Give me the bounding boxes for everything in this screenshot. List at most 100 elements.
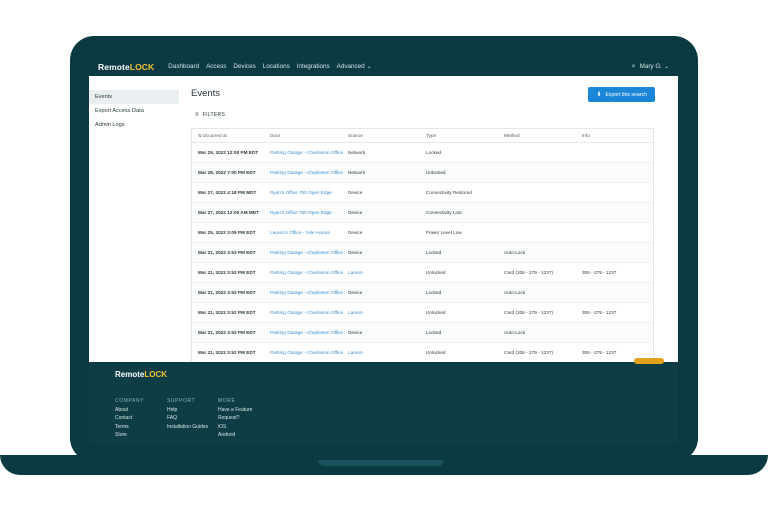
cell-type: Connectivity Lost bbox=[426, 210, 462, 215]
search-icon[interactable]: ⌕ bbox=[632, 63, 636, 71]
footer-link[interactable]: Help bbox=[167, 407, 208, 413]
nav-link-advanced[interactable]: Advanced ⌄ bbox=[337, 63, 372, 70]
cell-type: Unlocked bbox=[426, 350, 446, 355]
nav-link-integrations[interactable]: Integrations bbox=[297, 63, 330, 70]
laptop-mockup: RemoteLOCK Dashboard Access Devices Loca… bbox=[0, 0, 768, 512]
cell-source[interactable]: Lauren bbox=[348, 270, 426, 275]
footer-column-heading: MORE bbox=[218, 398, 236, 404]
cell-door[interactable]: Ryan's Office 750 Open Edge bbox=[270, 209, 348, 216]
cell-type: Connectivity Restored bbox=[426, 190, 472, 195]
cell-door[interactable]: Parking Garage - Charleston Office bbox=[270, 289, 348, 296]
table-row[interactable]: Mar 21, 2022 3:53 PM EDT Parking Garage -… bbox=[192, 243, 653, 263]
cell-method: Auto-Lock bbox=[504, 250, 526, 255]
filters-label: FILTERS bbox=[202, 112, 226, 118]
footer-logo-accent: LOCK bbox=[144, 370, 168, 379]
filters-toggle[interactable]: ≡ FILTERS bbox=[195, 112, 225, 118]
cell-door[interactable]: Parking Garage - Charleston Office bbox=[270, 249, 348, 256]
cell-door[interactable]: Ryan's Office 750 Open Edge bbox=[270, 189, 348, 196]
table-row[interactable]: Mar 27, 2022 12:05 AM MDT Ryan's Office 7… bbox=[192, 203, 653, 223]
column-header-label: Occurred at bbox=[202, 133, 227, 138]
cell-door[interactable]: Parking Garage - Charleston Office bbox=[270, 349, 348, 356]
cell-occurred-at: Mar 28, 2022 7:00 PM EDT bbox=[198, 170, 256, 175]
cell-type: Locked bbox=[426, 330, 442, 335]
footer-column-support: SUPPORT Help FAQ Installation Guides bbox=[167, 398, 208, 432]
table-row[interactable]: Mar 21, 2022 3:52 PM EDT Parking Garage -… bbox=[192, 303, 653, 323]
cell-occurred-at: Mar 25, 2022 3:05 PM EDT bbox=[198, 230, 256, 235]
export-button[interactable]: ⬇ Export this search bbox=[588, 87, 655, 102]
cell-door[interactable]: Parking Garage - Charleston Office bbox=[270, 329, 348, 336]
footer-link[interactable]: About bbox=[115, 407, 144, 413]
cell-occurred-at: Mar 21, 2022 3:53 PM EDT bbox=[198, 270, 256, 275]
nav-link-devices[interactable]: Devices bbox=[233, 63, 255, 70]
nav-link-advanced-label: Advanced bbox=[336, 63, 365, 70]
cell-type: Power Level Low bbox=[426, 230, 462, 235]
footer-link[interactable]: Contact bbox=[115, 415, 144, 421]
cell-door[interactable]: Parking Garage - Charleston Office bbox=[270, 309, 348, 316]
app-logo[interactable]: RemoteLOCK bbox=[98, 62, 154, 72]
sidebar-item-admin-logs[interactable]: Admin Logs bbox=[89, 118, 179, 132]
table-row[interactable]: Mar 21, 2022 3:52 PM EDT Parking Garage -… bbox=[192, 323, 653, 343]
cell-occurred-at: Mar 21, 2022 3:52 PM EDT bbox=[198, 310, 256, 315]
cell-method: Card (306 - 279 - 1237) bbox=[504, 270, 553, 275]
cell-door[interactable]: Parking Garage - Charleston Office bbox=[270, 149, 348, 156]
footer-link[interactable]: Request? bbox=[218, 415, 252, 421]
cell-source: Network bbox=[348, 170, 366, 175]
table-header: ⇅Occurred at Door Source Type Method Inf… bbox=[192, 129, 653, 143]
cell-door[interactable]: Lauren's Office - Yale Assure bbox=[270, 229, 348, 236]
footer-link[interactable]: FAQ bbox=[167, 415, 208, 421]
table-row[interactable]: Mar 21, 2022 3:52 PM EDT Parking Garage -… bbox=[192, 343, 653, 363]
table-row[interactable]: Mar 29, 2022 12:00 PM EDT Parking Garage … bbox=[192, 143, 653, 163]
sidebar-item-events[interactable]: Events bbox=[89, 90, 179, 104]
cell-occurred-at: Mar 21, 2022 3:52 PM EDT bbox=[198, 290, 256, 295]
footer-column-heading: SUPPORT bbox=[167, 398, 196, 404]
cell-type: Unlocked bbox=[426, 170, 446, 175]
page-title: Events bbox=[191, 88, 221, 99]
table-row[interactable]: Mar 27, 2022 4:18 PM MDT Ryan's Office 75… bbox=[192, 183, 653, 203]
download-icon: ⬇ bbox=[596, 92, 602, 98]
cell-source: Device bbox=[348, 210, 363, 215]
user-name: Mary G. bbox=[639, 63, 662, 70]
user-menu[interactable]: ⌕ Mary G. ⌄ bbox=[632, 63, 669, 71]
chat-widget-tab[interactable] bbox=[634, 358, 664, 364]
cell-occurred-at: Mar 21, 2022 3:53 PM EDT bbox=[198, 250, 256, 255]
chevron-down-icon: ⌄ bbox=[366, 64, 372, 70]
logo-accent: LOCK bbox=[129, 61, 155, 72]
cell-type: Unlocked bbox=[426, 270, 446, 275]
laptop-notch bbox=[318, 460, 444, 466]
footer-link[interactable]: Android bbox=[218, 432, 252, 438]
export-button-label: Export this search bbox=[605, 91, 647, 98]
sidebar-item-export-access-data[interactable]: Export Access Data bbox=[89, 104, 179, 118]
chevron-down-icon: ⌄ bbox=[663, 64, 669, 70]
column-header-info: Info bbox=[582, 133, 590, 138]
column-header-door: Door bbox=[270, 133, 281, 138]
cell-type: Locked bbox=[426, 150, 442, 155]
cell-source: Device bbox=[348, 330, 363, 335]
logo-text: Remote bbox=[98, 61, 130, 72]
nav-link-locations[interactable]: Locations bbox=[263, 63, 290, 70]
table-row[interactable]: Mar 25, 2022 3:05 PM EDT Lauren's Office … bbox=[192, 223, 653, 243]
cell-source[interactable]: Lauren bbox=[348, 310, 426, 315]
footer-link[interactable]: iOS bbox=[218, 424, 252, 430]
footer-link[interactable]: Store bbox=[115, 432, 144, 438]
table-row[interactable]: Mar 28, 2022 7:00 PM EDT Parking Garage -… bbox=[192, 163, 653, 183]
cell-door[interactable]: Parking Garage - Charleston Office bbox=[270, 269, 348, 276]
footer-column-heading: COMPANY bbox=[115, 398, 145, 404]
table-row[interactable]: Mar 21, 2022 3:53 PM EDT Parking Garage -… bbox=[192, 263, 653, 283]
cell-type: Unlocked bbox=[426, 310, 446, 315]
filter-icon: ≡ bbox=[195, 112, 199, 118]
column-header-occurred-at[interactable]: ⇅Occurred at bbox=[192, 133, 270, 138]
cell-door[interactable]: Parking Garage - Charleston Office bbox=[270, 169, 348, 176]
table-row[interactable]: Mar 21, 2022 3:52 PM EDT Parking Garage -… bbox=[192, 283, 653, 303]
cell-source: Device bbox=[348, 290, 363, 295]
footer-link[interactable]: Installation Guides bbox=[167, 424, 208, 430]
nav-link-dashboard[interactable]: Dashboard bbox=[168, 63, 199, 70]
nav-link-access[interactable]: Access bbox=[206, 63, 226, 70]
cell-occurred-at: Mar 21, 2022 3:52 PM EDT bbox=[198, 350, 256, 355]
cell-occurred-at: Mar 27, 2022 12:05 AM MDT bbox=[198, 210, 260, 215]
footer-logo[interactable]: RemoteLOCK bbox=[115, 370, 167, 379]
footer-column-company: COMPANY About Contact Terms Store bbox=[115, 398, 144, 441]
cell-source[interactable]: Lauren bbox=[348, 350, 426, 355]
footer-link[interactable]: Terms bbox=[115, 424, 144, 430]
cell-occurred-at: Mar 21, 2022 3:52 PM EDT bbox=[198, 330, 256, 335]
footer-link[interactable]: Have a Feature bbox=[218, 407, 252, 413]
